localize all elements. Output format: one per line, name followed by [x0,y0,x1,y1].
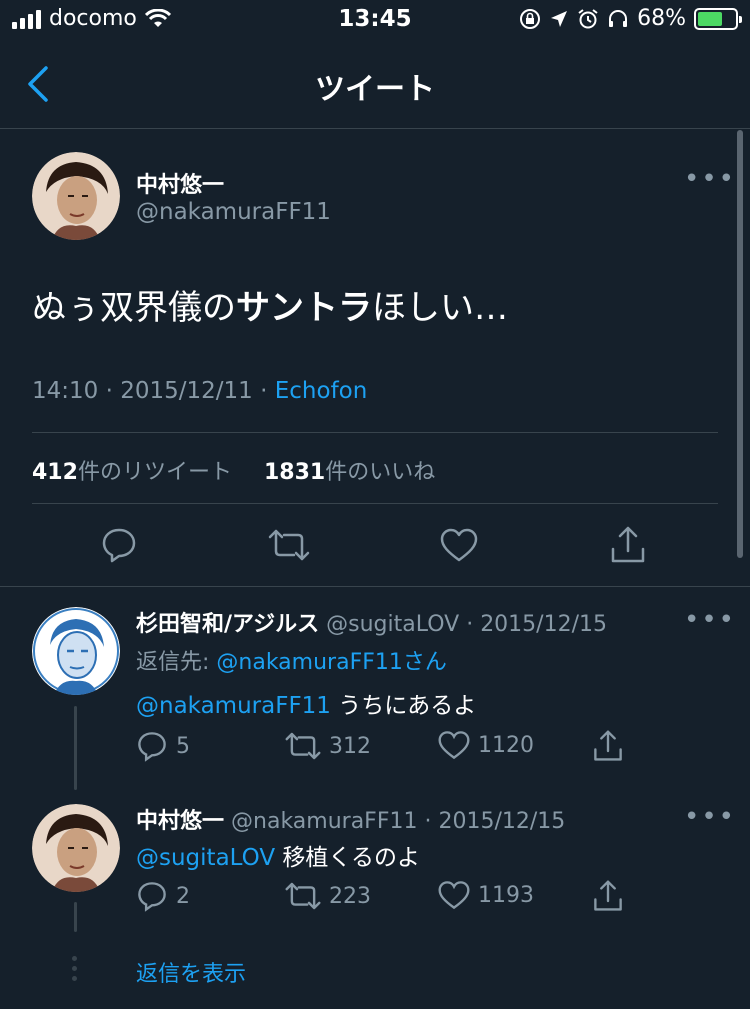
reply-count: 5 [176,733,190,759]
meta-separator: · [260,378,268,404]
author-handle[interactable]: @sugitaLOV [326,612,459,637]
main-tweet-divider [0,586,750,587]
share-icon[interactable] [592,729,624,763]
like-heart-icon[interactable] [440,528,478,562]
retweet-action[interactable]: 312 [285,730,371,762]
reply-icon[interactable] [136,880,168,912]
reply-body: うちにあるよ [330,693,477,719]
reply-text: @nakamuraFF11 うちにあるよ [136,686,476,720]
author-handle[interactable]: @nakamuraFF11 [231,809,417,834]
avatar[interactable] [32,152,120,240]
share-icon[interactable] [592,879,624,913]
reply-action[interactable]: 5 [136,730,190,762]
orientation-lock-icon [520,8,541,29]
like-action[interactable]: 1193 [438,880,534,910]
battery-percentage: 68% [637,6,686,31]
retweet-count: 312 [329,733,371,759]
mention-link[interactable]: @nakamuraFF11 [136,693,331,719]
reply-text: @sugitaLOV 移植くるのよ [136,838,420,872]
retweet-count: 223 [329,883,371,909]
more-options-icon[interactable]: ••• [684,802,736,832]
like-stat[interactable]: 1831件のいいね [264,460,435,485]
scrollbar[interactable] [737,130,743,558]
retweet-icon[interactable] [285,730,321,762]
reply-count: 2 [176,883,190,909]
like-count: 1193 [478,882,534,908]
author-name[interactable]: 杉田智和/アジルス [136,612,319,637]
tweet-stats: 412件のリツイート 1831件のいいね [32,454,435,486]
tweet-text-bold: サントラ [236,288,372,328]
reply-date: · 2015/12/15 [424,809,566,834]
tweet-source[interactable]: Echofon [275,378,368,404]
reply-to-line: 返信先: @nakamuraFF11さん [136,644,447,676]
reply-header: 杉田智和/アジルス @sugitaLOV · 2015/12/15 [136,606,607,638]
thread-line [74,902,77,932]
stats-divider-bottom [32,503,718,504]
alarm-icon [578,8,598,28]
like-count: 1831 [263,460,326,485]
reply-header: 中村悠一 @nakamuraFF11 · 2015/12/15 [136,803,565,835]
avatar[interactable] [32,804,120,892]
status-bar: docomo 13:45 68% [0,0,750,44]
battery-icon [694,7,742,30]
reply-date: · 2015/12/15 [466,612,607,637]
meta-separator: · [105,378,113,404]
reply-icon[interactable] [136,730,168,762]
mention-link[interactable]: @sugitaLOV [136,845,275,871]
like-heart-icon[interactable] [438,880,470,910]
tweet-text-part: ほしい… [372,288,508,328]
headphones-icon [609,9,628,27]
retweet-stat[interactable]: 412件のリツイート [32,460,232,485]
location-arrow-icon [551,10,568,27]
more-options-icon[interactable]: ••• [684,605,736,635]
reply-icon[interactable] [100,526,138,564]
like-action[interactable]: 1120 [438,730,534,760]
share-icon[interactable] [609,525,647,565]
avatar[interactable] [32,607,120,695]
like-label: 件のいいね [325,460,436,485]
nav-divider [0,128,750,129]
author-name[interactable]: 中村悠一 [136,167,224,199]
thread-line [74,706,77,790]
reply-to-user[interactable]: @nakamuraFF11さん [216,650,446,675]
retweet-action[interactable]: 223 [285,880,371,912]
retweet-count: 412 [32,460,78,485]
thread-dots-icon [72,956,77,986]
retweet-icon[interactable] [268,527,310,563]
like-count: 1120 [478,732,534,758]
more-options-icon[interactable]: ••• [684,164,736,194]
reply-to-label: 返信先: [136,650,217,675]
tweet-date: 2015/12/11 [120,378,253,404]
author-name[interactable]: 中村悠一 [136,809,224,834]
author-handle[interactable]: @nakamuraFF11 [136,199,331,225]
tweet-text: ぬぅ双界儀のサントラほしい… [32,280,508,329]
tweet-text-part: ぬぅ双界儀の [32,288,236,328]
tweet-meta: 14:10 · 2015/12/11 · Echofon [32,378,367,404]
retweet-icon[interactable] [285,880,321,912]
like-heart-icon[interactable] [438,730,470,760]
tweet-time: 14:10 [32,378,99,404]
retweet-label: 件のリツイート [77,460,232,485]
stats-divider-top [32,432,718,433]
reply-body: 移植くるのよ [275,845,420,871]
reply-action[interactable]: 2 [136,880,190,912]
page-title: ツイート [315,72,435,107]
show-replies-link[interactable]: 返信を表示 [136,956,246,988]
